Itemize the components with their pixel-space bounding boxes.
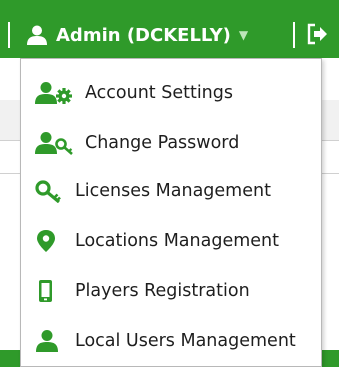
menu-item-change-password[interactable]: Change Password: [21, 119, 321, 167]
menu-item-label: Licenses Management: [75, 181, 271, 201]
menu-item-label: Change Password: [85, 133, 240, 153]
menu-item-account-settings[interactable]: Account Settings: [21, 69, 321, 117]
menu-item-label: Local Users Management: [75, 331, 296, 351]
key-icon: [35, 180, 61, 203]
map-marker-icon: [37, 230, 55, 252]
nav-separator: [293, 22, 295, 48]
menu-item-locations-management[interactable]: Locations Management: [21, 217, 321, 265]
user-key-icon: [35, 132, 73, 155]
user-menu-button[interactable]: Admin (DCKELLY) ▼: [26, 18, 248, 52]
logout-icon[interactable]: [306, 22, 328, 46]
menu-item-label: Players Registration: [75, 281, 250, 301]
user-icon: [27, 25, 47, 45]
user-gear-icon: [35, 82, 72, 104]
mobile-device-icon: [39, 280, 52, 302]
menu-item-licenses-management[interactable]: Licenses Management: [21, 167, 321, 215]
menu-item-label: Account Settings: [85, 83, 233, 103]
user-dropdown-menu: Account Settings Change Password License…: [20, 58, 322, 367]
nav-separator: [8, 22, 10, 48]
menu-item-players-registration[interactable]: Players Registration: [21, 267, 321, 315]
menu-item-label: Locations Management: [75, 231, 279, 251]
user-icon: [36, 330, 58, 352]
top-navigation-bar: Admin (DCKELLY) ▼: [0, 0, 339, 58]
chevron-down-icon: ▼: [238, 28, 249, 42]
menu-item-local-users-management[interactable]: Local Users Management: [21, 317, 321, 365]
user-menu-label: Admin (DCKELLY): [56, 24, 231, 46]
screen: Admin (DCKELLY) ▼ Account Settings Chang…: [0, 0, 339, 367]
